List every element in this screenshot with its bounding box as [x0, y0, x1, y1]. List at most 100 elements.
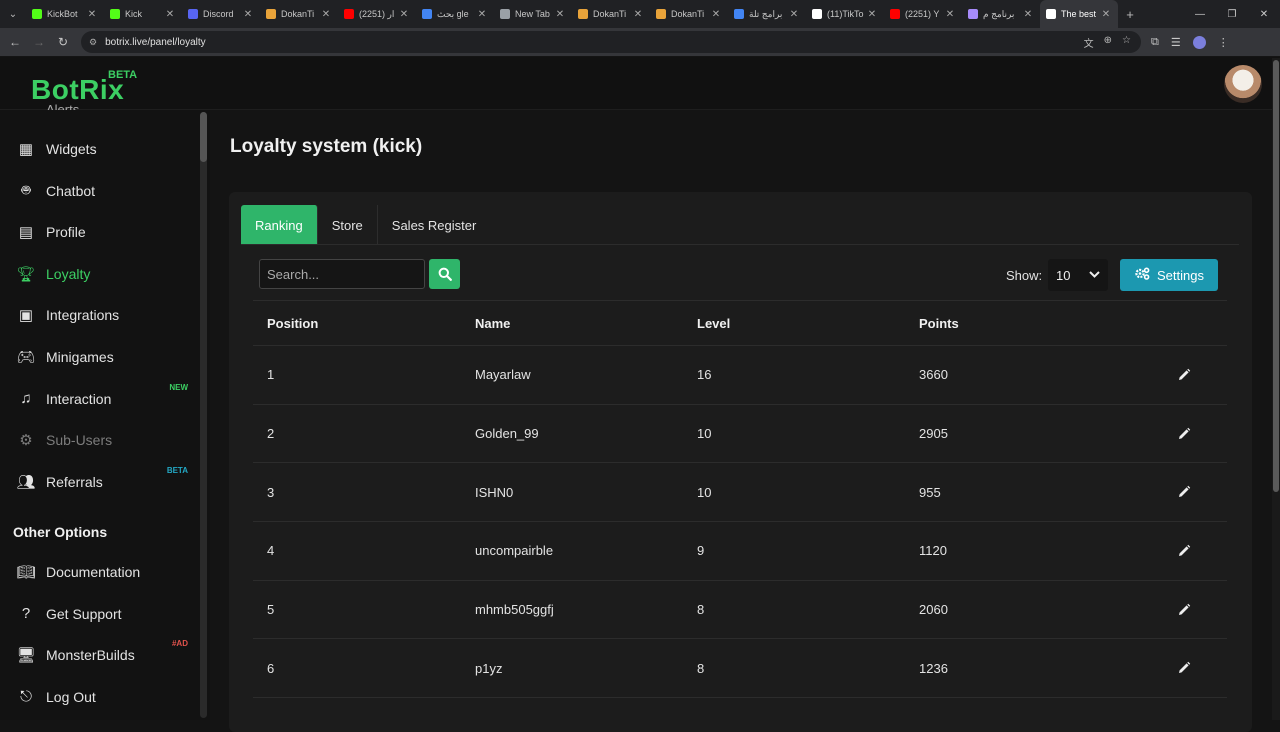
tab-close-icon[interactable]: ✕ [944, 9, 956, 20]
reading-list-icon[interactable]: ☰ [1171, 36, 1181, 49]
profile-icon[interactable] [1192, 35, 1206, 49]
reload-icon[interactable]: ↻ [51, 30, 75, 54]
bookmark-star-icon[interactable]: ☆ [1122, 35, 1131, 50]
edit-button[interactable] [1141, 368, 1227, 382]
sidebar-item-minigames[interactable]: 🎮︎ Minigames [0, 339, 200, 375]
browser-tab[interactable]: Kick ✕ [104, 0, 182, 28]
sidebar-scrollbar-thumb[interactable] [200, 112, 207, 162]
sidebar-scrollbar[interactable] [200, 112, 207, 718]
browser-tab[interactable]: The best ✕ [1040, 0, 1118, 28]
tab-close-icon[interactable]: ✕ [788, 9, 800, 20]
sidebar-item-documentation[interactable]: 📖︎ Documentation [0, 554, 200, 590]
browser-tab[interactable]: (2251) Y ✕ [884, 0, 962, 28]
loyalty-card: Ranking Store Sales Register Show: 10 Se… [229, 192, 1252, 732]
tab-close-icon[interactable]: ✕ [710, 9, 722, 20]
sidebar-item-interaction[interactable]: ♫ Interaction NEW [0, 381, 200, 417]
tab-close-icon[interactable]: ✕ [398, 9, 410, 20]
sidebar-item-integrations[interactable]: ▣ Integrations [0, 297, 200, 333]
tab-store[interactable]: Store [318, 205, 378, 245]
restore-icon[interactable]: ❐ [1216, 0, 1248, 28]
settings-label: Settings [1157, 267, 1204, 283]
music-icon: ♫ [20, 390, 32, 408]
tab-close-icon[interactable]: ✕ [476, 9, 488, 20]
edit-button[interactable] [1141, 603, 1227, 617]
tab-ranking[interactable]: Ranking [241, 205, 318, 245]
browser-tab[interactable]: New Tab ✕ [494, 0, 572, 28]
col-name[interactable]: Name [475, 316, 697, 331]
browser-tab[interactable]: DokanTi ✕ [260, 0, 338, 28]
browser-tab[interactable]: برامج تلة ✕ [728, 0, 806, 28]
edit-button[interactable] [1141, 661, 1227, 675]
cell-name: uncompairble [475, 543, 554, 559]
tab-close-icon[interactable]: ✕ [1022, 9, 1034, 20]
browser-tab[interactable]: Discord ✕ [182, 0, 260, 28]
tab-favicon-icon [32, 9, 42, 19]
sidebar-item-label: Integrations [46, 307, 120, 324]
forward-arrow-icon[interactable]: → [27, 30, 51, 54]
search-input[interactable] [259, 259, 425, 289]
sidebar-item-chatbot[interactable]: 🤖︎ Chatbot [0, 173, 200, 209]
book-icon: 📖︎ [16, 564, 36, 581]
tab-favicon-icon [422, 9, 432, 19]
col-points[interactable]: Points [919, 316, 1141, 331]
tab-title: Discord [203, 9, 234, 19]
tab-favicon-icon [890, 9, 900, 19]
sidebar-item-partial[interactable]: Alerts [46, 102, 79, 110]
tab-close-icon[interactable]: ✕ [1100, 9, 1112, 20]
back-arrow-icon[interactable]: ← [3, 30, 27, 54]
table-row: 3 ISHN0 10 955 [253, 463, 1227, 523]
url-field[interactable]: ⚙ botrix.live/panel/loyalty 文 ⊕ ☆ [81, 31, 1141, 53]
tab-sales-register[interactable]: Sales Register [378, 205, 491, 245]
tab-search-chevron-icon[interactable]: ⌄ [0, 0, 26, 28]
show-count-select[interactable]: 10 [1048, 259, 1108, 291]
search-button[interactable] [429, 259, 460, 289]
zoom-icon[interactable]: ⊕ [1104, 35, 1112, 50]
sidebar-item-sub-users[interactable]: ⚙ Sub-Users [0, 422, 200, 458]
tab-title: DokanTi [593, 9, 627, 19]
browser-tab[interactable]: DokanTi ✕ [650, 0, 728, 28]
url-text: botrix.live/panel/loyalty [105, 36, 206, 48]
browser-tab[interactable]: DokanTi ✕ [572, 0, 650, 28]
new-tab-button[interactable]: + [1118, 7, 1142, 22]
tab-close-icon[interactable]: ✕ [320, 9, 332, 20]
edit-button[interactable] [1141, 544, 1227, 558]
sidebar-item-log-out[interactable]: ⎋ Log Out [0, 679, 200, 715]
sidebar-item-profile[interactable]: ▤ Profile [0, 214, 200, 250]
browser-tab[interactable]: بحث gle ✕ [416, 0, 494, 28]
col-level[interactable]: Level [697, 316, 919, 331]
browser-tab[interactable]: KickBot ✕ [26, 0, 104, 28]
sidebar-item-label: Interaction [46, 390, 112, 407]
tab-close-icon[interactable]: ✕ [866, 9, 878, 20]
translate-icon[interactable]: 文 [1084, 35, 1094, 50]
tab-close-icon[interactable]: ✕ [164, 9, 176, 20]
tab-title: The best [1061, 9, 1097, 19]
edit-button[interactable] [1141, 485, 1227, 499]
site-settings-icon[interactable]: ⚙ [89, 37, 97, 48]
col-position[interactable]: Position [253, 316, 475, 331]
browser-tab[interactable]: (2251) ار ✕ [338, 0, 416, 28]
tab-close-icon[interactable]: ✕ [86, 9, 98, 20]
settings-button[interactable]: Settings [1120, 259, 1218, 291]
tab-close-icon[interactable]: ✕ [632, 9, 644, 20]
edit-button[interactable] [1141, 427, 1227, 441]
minimize-icon[interactable]: — [1184, 0, 1216, 28]
sidebar-item-get-support[interactable]: ? Get Support [0, 596, 200, 632]
close-window-icon[interactable]: ✕ [1248, 0, 1280, 28]
sidebar-item-loyalty[interactable]: 🏆︎ Loyalty [0, 256, 200, 292]
tab-close-icon[interactable]: ✕ [242, 9, 254, 20]
page-scrollbar-thumb[interactable] [1273, 60, 1279, 492]
cell-position: 1 [267, 367, 275, 383]
extensions-icon[interactable]: ⧉ [1151, 36, 1159, 49]
sidebar-item-referrals[interactable]: 👥︎ Referrals BETA [0, 464, 200, 500]
sidebar-item-widgets[interactable]: ▦ Widgets [0, 131, 200, 167]
browser-tab[interactable]: برنامج م ✕ [962, 0, 1040, 28]
browser-tab[interactable]: (11)TikTo ✕ [806, 0, 884, 28]
sidebar-item-monsterbuilds[interactable]: 🖥︎ MonsterBuilds #AD [0, 637, 200, 673]
page-title: Loyalty system (kick) [230, 136, 423, 157]
logout-icon: ⎋ [20, 688, 32, 706]
tab-favicon-icon [266, 9, 276, 19]
pencil-icon [1179, 662, 1191, 674]
tab-close-icon[interactable]: ✕ [554, 9, 566, 20]
user-avatar[interactable] [1224, 65, 1262, 103]
menu-kebab-icon[interactable]: ⋮ [1218, 36, 1229, 49]
